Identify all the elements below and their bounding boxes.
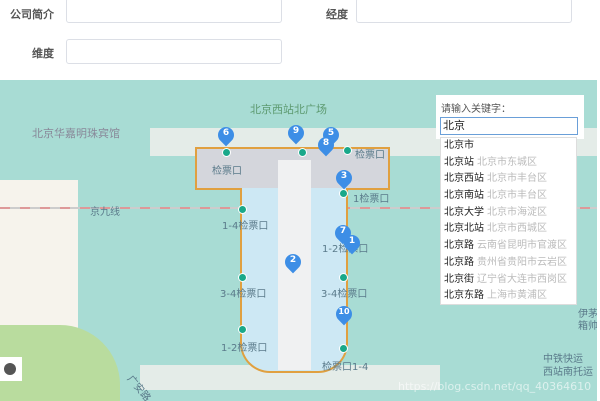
suggestion-area: 辽宁省大连市西岗区 bbox=[477, 273, 567, 285]
map-label: 检票口 bbox=[355, 150, 385, 161]
marker[interactable]: 1 bbox=[340, 231, 364, 255]
map-label: 北京华嘉明珠宾馆 bbox=[32, 127, 120, 140]
suggestion-name: 北京西站 bbox=[444, 173, 484, 185]
exit-icon bbox=[339, 273, 348, 282]
suggestion-name: 北京市 bbox=[444, 140, 474, 151]
suggestion-name: 北京站 bbox=[444, 156, 474, 168]
suggestion-item[interactable]: 北京北站 北京市西城区 bbox=[441, 221, 576, 238]
latitude-label: 维度 bbox=[32, 47, 54, 60]
suggestion-area: 北京市东城区 bbox=[477, 156, 537, 168]
map-label: 箱帅 bbox=[578, 321, 597, 332]
exit-icon bbox=[238, 325, 247, 334]
suggestion-name: 北京街 bbox=[444, 273, 474, 285]
exit-icon bbox=[343, 146, 352, 155]
company-intro-input[interactable] bbox=[66, 0, 282, 23]
suggestion-area: 北京市丰台区 bbox=[487, 173, 547, 185]
map-label: 1-2检票口 bbox=[221, 343, 268, 354]
locate-button[interactable] bbox=[0, 357, 22, 381]
longitude-label: 经度 bbox=[326, 8, 348, 21]
suggestion-area: 北京市丰台区 bbox=[487, 190, 547, 202]
watermark: https://blog.csdn.net/qq_40364610 bbox=[398, 380, 592, 393]
keyword-input[interactable]: 北京 bbox=[440, 117, 578, 135]
marker[interactable]: 6 bbox=[214, 123, 238, 147]
search-panel: 请输入关键字： 北京 bbox=[436, 95, 584, 139]
company-intro-label: 公司简介 bbox=[10, 8, 54, 21]
map-label: 西站南托运 bbox=[543, 367, 593, 378]
suggestion-item[interactable]: 北京路 贵州省贵阳市云岩区 bbox=[441, 255, 576, 272]
map-label: 检票口1-4 bbox=[322, 362, 369, 373]
exit-icon bbox=[238, 205, 247, 214]
map-label: 北京西站北广场 bbox=[250, 103, 327, 116]
marker[interactable]: 10 bbox=[332, 302, 356, 326]
suggestion-item[interactable]: 北京站 北京市东城区 bbox=[441, 155, 576, 172]
marker[interactable]: 3 bbox=[332, 166, 356, 190]
suggestion-item[interactable]: 北京西站 北京市丰台区 bbox=[441, 171, 576, 188]
suggestion-area: 上海市黄浦区 bbox=[487, 290, 547, 302]
search-prompt: 请输入关键字： bbox=[441, 104, 511, 115]
suggestion-name: 北京路 bbox=[444, 256, 474, 268]
suggestion-area: 贵州省贵阳市云岩区 bbox=[477, 256, 567, 268]
suggestion-name: 北京北站 bbox=[444, 223, 484, 235]
map-label: 3-4检票口 bbox=[321, 289, 368, 300]
suggestion-area: 云南省昆明市官渡区 bbox=[477, 240, 567, 252]
map-label: 3-4检票口 bbox=[220, 289, 267, 300]
suggestion-name: 北京南站 bbox=[444, 190, 484, 202]
marker[interactable]: 2 bbox=[281, 250, 305, 274]
marker[interactable]: 8 bbox=[314, 133, 338, 157]
suggestion-item[interactable]: 北京市 bbox=[441, 138, 576, 155]
suggestion-name: 北京大学 bbox=[444, 206, 484, 218]
exit-icon bbox=[298, 148, 307, 157]
suggestion-item[interactable]: 北京东路 上海市黄浦区 bbox=[441, 288, 576, 305]
suggestion-item[interactable]: 北京路 云南省昆明市官渡区 bbox=[441, 238, 576, 255]
exit-icon bbox=[339, 344, 348, 353]
map-label: 检票口 bbox=[212, 166, 242, 177]
map-label: 1检票口 bbox=[353, 194, 390, 205]
suggestion-item[interactable]: 北京大学 北京市海淀区 bbox=[441, 205, 576, 222]
map-label: 1-4检票口 bbox=[222, 221, 269, 232]
map-label: 京九线 bbox=[90, 207, 120, 218]
exit-icon bbox=[222, 148, 231, 157]
exit-icon bbox=[238, 273, 247, 282]
suggestion-item[interactable]: 北京街 辽宁省大连市西岗区 bbox=[441, 272, 576, 289]
exit-icon bbox=[339, 189, 348, 198]
suggestion-name: 北京东路 bbox=[444, 290, 484, 302]
suggestion-item[interactable]: 北京南站 北京市丰台区 bbox=[441, 188, 576, 205]
latitude-input[interactable] bbox=[66, 39, 282, 64]
marker[interactable]: 9 bbox=[284, 121, 308, 145]
suggestion-name: 北京路 bbox=[444, 240, 474, 252]
longitude-input[interactable] bbox=[356, 0, 572, 23]
suggestion-area: 北京市海淀区 bbox=[487, 206, 547, 218]
suggestion-list: 北京市 北京站 北京市东城区 北京西站 北京市丰台区 北京南站 北京市丰台区 北京大学 北京市海… bbox=[440, 137, 577, 305]
suggestion-area: 北京市西城区 bbox=[487, 223, 547, 235]
